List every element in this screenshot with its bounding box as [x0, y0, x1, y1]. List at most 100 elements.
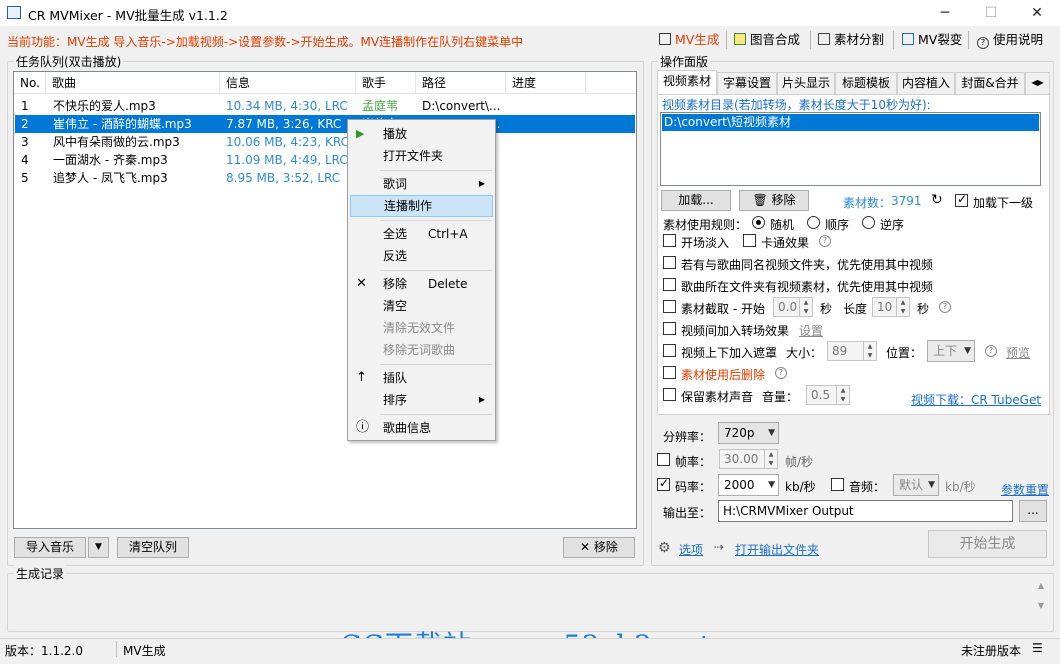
tab-intro[interactable]: 片头显示: [777, 72, 835, 94]
log-scrollbar[interactable]: ▲ ▼: [1033, 576, 1049, 624]
menu-item-lyrics[interactable]: 歌词 ▶: [350, 173, 493, 195]
rule-order-radio[interactable]: [807, 216, 820, 229]
menu-item-invert[interactable]: 反选: [350, 245, 493, 267]
table-row[interactable]: 5 追梦人 - 凤飞飞.mp3 8.95 MB, 3:52, LRC: [15, 169, 635, 187]
spinner-arrows-icon[interactable]: ▲ ▼: [799, 298, 812, 316]
transition-checkbox[interactable]: [663, 322, 676, 335]
material-split-button[interactable]: 素材分割: [818, 30, 884, 50]
menu-icon[interactable]: ☰: [1032, 641, 1043, 655]
mask-size-spinner[interactable]: 89 ▲ ▼: [827, 341, 877, 361]
spinner-arrows-icon[interactable]: ▲ ▼: [764, 450, 777, 468]
menu-item-select-all[interactable]: 全选 Ctrl+A: [350, 223, 493, 245]
mask-position-select[interactable]: 上下 ▼: [927, 340, 975, 362]
tab-content-insert[interactable]: 内容植入: [897, 72, 955, 94]
start-generate-button[interactable]: 开始生成: [928, 530, 1047, 558]
spinner-arrows-icon[interactable]: ▲ ▼: [836, 386, 849, 404]
col-info[interactable]: 信息: [220, 72, 356, 94]
tab-title-template[interactable]: 标题模板: [835, 72, 897, 94]
col-singer[interactable]: 歌手: [356, 72, 416, 94]
folder-open-icon[interactable]: ⇢: [714, 540, 724, 554]
maximize-button[interactable]: ☐: [968, 0, 1014, 26]
rule-random-radio[interactable]: [752, 216, 765, 229]
task-queue-list[interactable]: No. 歌曲 信息 歌手 路径 进度 1 不快乐的爱人.mp3 10.34 MB…: [13, 71, 637, 529]
menu-item-open-folder[interactable]: 打开文件夹: [350, 145, 493, 167]
clip-length-spinner[interactable]: 10 ▲ ▼: [872, 297, 910, 317]
reset-params-link[interactable]: 参数重置: [1001, 481, 1049, 498]
refresh-icon[interactable]: ↻: [931, 192, 943, 208]
audio-checkbox[interactable]: [831, 478, 844, 491]
col-no[interactable]: No.: [14, 72, 46, 94]
help-icon[interactable]: ?: [775, 367, 787, 379]
load-material-button[interactable]: 加载...: [661, 190, 731, 211]
menu-item-play[interactable]: ▶ 播放: [350, 123, 493, 145]
spinner-arrows-icon[interactable]: ▲ ▼: [863, 342, 876, 360]
song-folder-checkbox[interactable]: [663, 278, 676, 291]
fade-in-checkbox[interactable]: [663, 234, 676, 247]
audio-select[interactable]: 默认 ▼: [893, 474, 939, 496]
queue-remove-button[interactable]: ✕ 移除: [563, 537, 635, 558]
table-row[interactable]: 2 崔伟立 - 酒醉的蝴蝶.mp3 7.87 MB, 3:26, KRC 崔伟立…: [15, 115, 635, 133]
col-progress[interactable]: 进度: [506, 72, 586, 94]
image-audio-button[interactable]: 图音合成: [734, 30, 800, 50]
clip-checkbox[interactable]: [663, 300, 676, 313]
download-tubeget-link[interactable]: 视频下载：CR TubeGet: [911, 391, 1041, 408]
col-path[interactable]: 路径: [416, 72, 506, 94]
mv-fission-button[interactable]: MV裂变: [902, 30, 962, 50]
fps-spinner[interactable]: 30.00 ▲ ▼: [719, 449, 778, 469]
volume-spinner[interactable]: 0.5 ▲ ▼: [806, 385, 850, 405]
load-next-level-label: 加载下一级: [973, 196, 1034, 210]
resolution-select[interactable]: 720p ▼: [718, 422, 779, 444]
import-music-button[interactable]: 导入音乐: [14, 537, 86, 558]
tab-subtitle[interactable]: 字幕设置: [717, 72, 777, 94]
help-icon[interactable]: ?: [819, 235, 831, 247]
close-button[interactable]: ✕: [1014, 0, 1060, 26]
bitrate-checkbox[interactable]: [657, 476, 670, 491]
gear-icon[interactable]: ⚙: [658, 540, 671, 556]
remove-material-button[interactable]: 🗑 移除: [739, 190, 809, 211]
delete-after-checkbox[interactable]: [663, 366, 676, 379]
menu-item-remove[interactable]: ✕ 移除 Delete: [350, 273, 493, 295]
clip-start-spinner[interactable]: 0.0 ▲ ▼: [773, 297, 813, 317]
menu-item-song-info[interactable]: ⓘ 歌曲信息: [350, 417, 493, 439]
material-count-value: 3791: [891, 194, 922, 208]
table-row[interactable]: 4 一面湖水 - 齐秦.mp3 11.09 MB, 4:49, LRC: [15, 151, 635, 169]
options-link[interactable]: 选项: [679, 541, 703, 558]
col-song[interactable]: 歌曲: [46, 72, 220, 94]
table-row[interactable]: 3 风中有朵雨做的云.mp3 10.06 MB, 4:23, KRC: [15, 133, 635, 151]
menu-item-continuous[interactable]: 连播制作: [350, 195, 493, 217]
fps-checkbox[interactable]: [657, 453, 670, 466]
help-button[interactable]: ? 使用说明: [977, 30, 1043, 50]
mask-checkbox[interactable]: [663, 344, 676, 357]
menu-item-clear-invalid[interactable]: 清除无效文件: [350, 317, 493, 339]
open-output-folder-link[interactable]: 打开输出文件夹: [735, 541, 819, 558]
import-dropdown-button[interactable]: ▼: [88, 537, 109, 558]
output-path-field[interactable]: H:\CRMVMixer Output: [718, 500, 1013, 522]
same-name-folder-checkbox[interactable]: [663, 256, 676, 269]
menu-item-sort[interactable]: 排序 ▶: [350, 389, 493, 411]
browse-output-button[interactable]: ...: [1019, 500, 1047, 522]
tab-cover-merge[interactable]: 封面&合并: [955, 72, 1025, 94]
keep-audio-checkbox[interactable]: [663, 388, 676, 401]
menu-item-insert[interactable]: ↑ 插队: [350, 367, 493, 389]
play-icon: ▶: [356, 127, 365, 140]
rule-reverse-radio[interactable]: [862, 216, 875, 229]
minimize-button[interactable]: ─: [922, 0, 968, 26]
transition-settings-link[interactable]: 设置: [799, 322, 823, 339]
spinner-arrows-icon[interactable]: ▲ ▼: [896, 298, 909, 316]
load-next-level-checkbox[interactable]: [955, 192, 968, 207]
help-icon[interactable]: ?: [985, 345, 997, 357]
table-row[interactable]: 1 不快乐的爱人.mp3 10.34 MB, 4:30, LRC 孟庭苇 D:\…: [15, 97, 635, 115]
mv-generate-button[interactable]: MV生成: [659, 30, 719, 50]
tab-video-material[interactable]: 视频素材: [657, 70, 717, 95]
list-item[interactable]: D:\convert\短视频素材: [662, 114, 1039, 131]
cartoon-checkbox[interactable]: [743, 234, 756, 247]
tab-scroll-arrows[interactable]: ◀▶: [1025, 72, 1050, 94]
menu-item-remove-no-lyrics[interactable]: 移除无词歌曲: [350, 339, 493, 361]
clear-queue-button[interactable]: 清空队列: [117, 537, 189, 558]
help-icon[interactable]: ?: [939, 301, 951, 313]
menu-item-clear[interactable]: 清空: [350, 295, 493, 317]
bitrate-select[interactable]: 2000 ▼: [718, 474, 779, 496]
preview-link[interactable]: 预览: [1006, 344, 1030, 361]
fps-unit: 帧/秒: [785, 455, 814, 469]
material-dir-list[interactable]: D:\convert\短视频素材: [660, 112, 1041, 186]
